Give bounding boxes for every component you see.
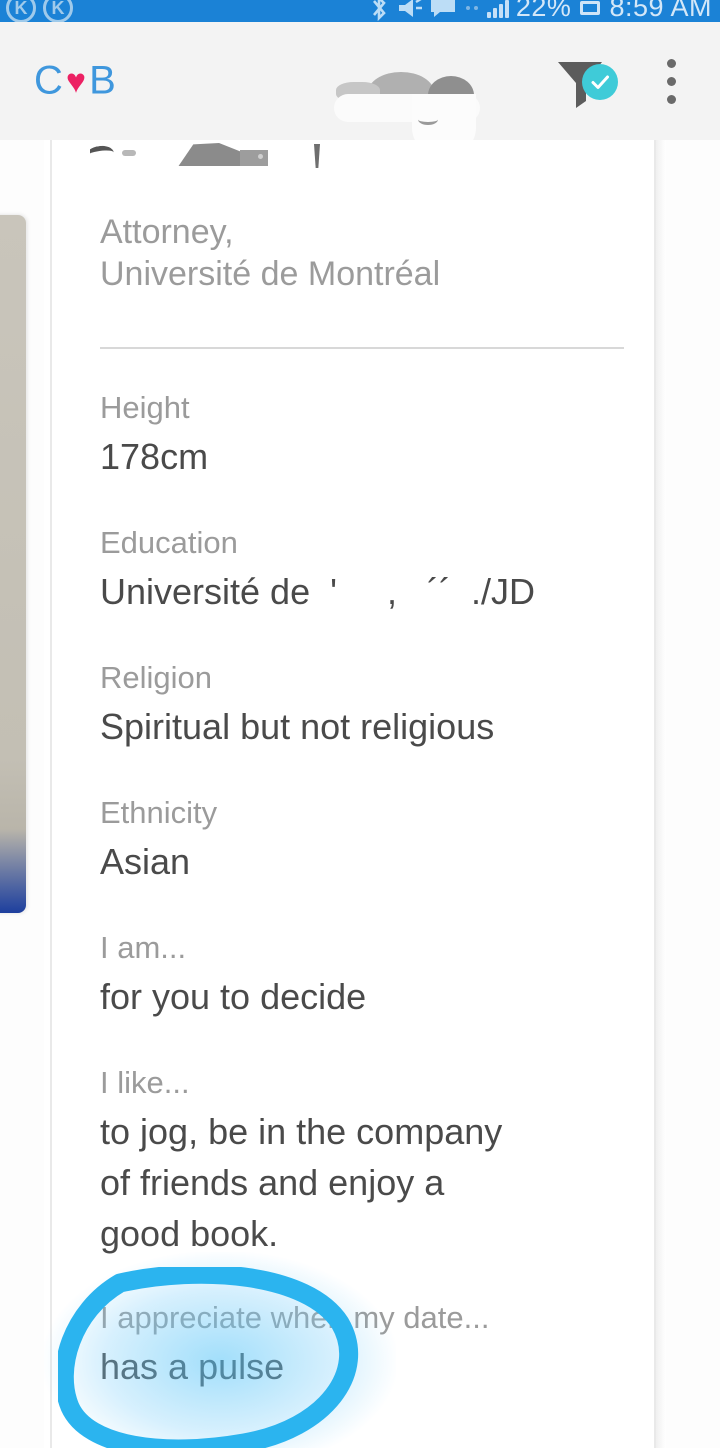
battery-icon	[578, 0, 602, 18]
check-icon	[591, 75, 609, 89]
notification-k-1-icon: K	[6, 0, 36, 22]
name-redaction-dash	[122, 150, 136, 156]
message-icon	[429, 0, 457, 19]
field-education-value-prefix: Université de	[100, 570, 311, 612]
name-redaction-dot	[258, 154, 263, 159]
name-redaction-tick	[314, 144, 320, 170]
occupation-line-2: Université de Montréal	[100, 255, 441, 294]
field-i-like-value-line-3: good book.	[100, 1212, 279, 1254]
signal-bars-icon	[486, 0, 509, 18]
status-bar: K K 22% 8:59 AM	[0, 0, 720, 22]
field-height: Height 178cm	[100, 390, 640, 482]
name-redaction-arc	[90, 144, 116, 165]
heart-icon: ♥	[65, 62, 88, 101]
more-vertical-dot-2	[666, 76, 676, 86]
field-religion-label: Religion	[100, 660, 213, 695]
more-vertical-dot-3	[666, 94, 676, 104]
app-logo[interactable]: C ♥ B	[34, 59, 117, 104]
previous-card-peek[interactable]	[0, 215, 26, 913]
profile-card[interactable]: Attorney, Université de Montréal Height …	[50, 140, 656, 1448]
status-bar-right-icons: 22% 8:59 AM	[369, 0, 712, 22]
field-ethnicity: Ethnicity Asian	[100, 795, 640, 887]
status-bar-left-icons: K K	[6, 0, 73, 22]
name-redaction-wipe	[90, 168, 410, 192]
field-height-label: Height	[100, 390, 190, 425]
field-education-value-suffix: ./JD	[470, 570, 535, 612]
battery-percent-label: 22%	[515, 0, 572, 22]
education-redaction-mark-1: ' , ´´	[310, 570, 471, 612]
section-divider	[100, 347, 624, 349]
more-vertical-dot-1	[666, 58, 676, 68]
field-ethnicity-label: Ethnicity	[100, 795, 218, 830]
profile-card-deck[interactable]: Attorney, Université de Montréal Height …	[0, 140, 720, 1448]
field-i-like-value-line-2: of friends and enjoy a	[100, 1161, 445, 1203]
bluetooth-icon	[369, 0, 389, 21]
field-education: Education Université de ' , ´´ ./JD	[100, 525, 640, 617]
field-i-am: I am... for you to decide	[100, 930, 640, 1022]
app-bar: C ♥ B	[0, 22, 720, 154]
field-i-am-value: for you to decide	[100, 975, 367, 1017]
field-height-value: 178cm	[100, 435, 209, 477]
field-religion: Religion Spiritual but not religious	[100, 660, 640, 752]
logo-letter-right: B	[89, 58, 117, 103]
field-i-am-label: I am...	[100, 930, 187, 965]
next-card-peek[interactable]	[656, 140, 666, 1448]
occupation-line-1: Attorney,	[100, 213, 234, 251]
field-education-value: Université de ' , ´´ ./JD	[100, 566, 640, 617]
field-ethnicity-value: Asian	[100, 840, 191, 882]
field-religion-value: Spiritual but not religious	[100, 705, 495, 747]
field-i-appreciate-label: I appreciate when my date...	[100, 1300, 490, 1335]
field-i-appreciate-value: has a pulse	[100, 1345, 285, 1387]
clock-label: 8:59 AM	[609, 0, 712, 22]
field-i-like-label: I like...	[100, 1065, 190, 1100]
redaction-stroke	[418, 114, 438, 125]
field-i-like-value-line-1: to jog, be in the company	[100, 1110, 503, 1152]
vibrate-icon	[396, 0, 422, 20]
occupation-block: Attorney, Université de Montréal	[100, 212, 640, 294]
sync-icon	[464, 0, 480, 17]
overflow-menu-button[interactable]	[658, 48, 684, 114]
logo-letter-left: C	[34, 58, 64, 103]
field-i-like: I like... to jog, be in the company of f…	[100, 1065, 640, 1259]
notification-k-2-icon: K	[43, 0, 73, 22]
redacted-profile-name	[90, 142, 410, 192]
filter-active-badge	[582, 64, 618, 100]
field-i-appreciate: I appreciate when my date... has a pulse	[100, 1300, 640, 1392]
field-education-label: Education	[100, 525, 238, 560]
